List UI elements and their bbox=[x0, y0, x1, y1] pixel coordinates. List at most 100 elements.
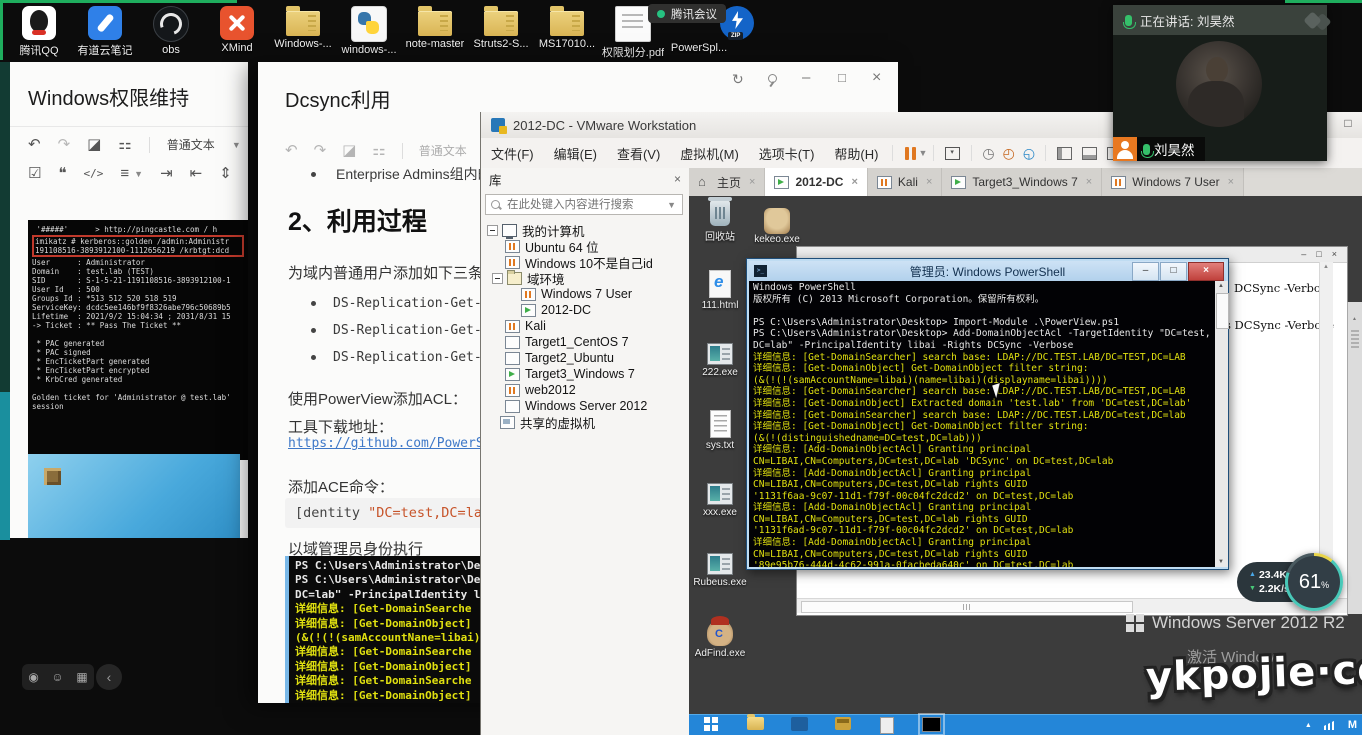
vertical-scrollbar[interactable]: ▲ ▼ bbox=[1215, 281, 1228, 567]
close-tab-icon[interactable]: × bbox=[926, 176, 932, 188]
close-button[interactable]: × bbox=[1188, 262, 1224, 281]
close-tab-icon[interactable]: × bbox=[1086, 176, 1092, 188]
tree-expander-icon[interactable] bbox=[487, 225, 498, 236]
maximize-button[interactable]: □ bbox=[1333, 115, 1362, 137]
powershell-title-bar[interactable]: >_ 管理员: Windows PowerShell – □ × bbox=[749, 261, 1226, 281]
guest-taskbar[interactable]: ▲ M bbox=[689, 714, 1362, 735]
vm-tree-item[interactable]: Windows 10不是自己id bbox=[481, 254, 689, 270]
scrollbar-thumb[interactable] bbox=[801, 601, 1133, 613]
memory-usage-ball[interactable]: 61% bbox=[1285, 553, 1343, 611]
eraser-icon[interactable]: ◪ bbox=[342, 143, 356, 158]
vm-tree-item[interactable]: Target3_Windows 7 bbox=[481, 366, 689, 382]
annotation-toolbar[interactable]: ◉ ☺ ▦ bbox=[22, 664, 94, 690]
paragraph-style-select[interactable]: 普通文本 bbox=[167, 136, 215, 153]
guest-desktop-icon[interactable]: 回收站 bbox=[691, 200, 749, 270]
take-snapshot-icon[interactable]: ◷ bbox=[982, 145, 994, 162]
menu-item[interactable]: 帮助(H) bbox=[824, 140, 888, 167]
guest-taskbar-item[interactable] bbox=[733, 717, 777, 734]
maximize-button[interactable]: □ bbox=[1316, 250, 1321, 259]
close-tab-icon[interactable]: × bbox=[1228, 176, 1234, 188]
vm-tab[interactable]: Windows 7 User × bbox=[1102, 168, 1244, 196]
undo-icon[interactable]: ↶ bbox=[285, 143, 298, 158]
chevron-down-icon[interactable]: ▼ bbox=[667, 200, 676, 210]
desktop-shortcut[interactable]: Windows-... bbox=[270, 2, 336, 60]
guest-desktop-icon[interactable]: kekeo.exe bbox=[751, 208, 803, 245]
maximize-button[interactable]: □ bbox=[1160, 262, 1187, 281]
meeting-video-overlay[interactable]: 正在讲话: 刘昊然 刘昊然 bbox=[1113, 5, 1327, 161]
desktop-shortcut[interactable]: XMind bbox=[204, 2, 270, 60]
input-method-indicator[interactable]: M bbox=[1348, 719, 1357, 731]
checkbox-list-icon[interactable]: ☑ bbox=[28, 166, 41, 181]
paragraph-style-select[interactable]: 普通文本 bbox=[419, 142, 467, 159]
minimize-button[interactable]: – bbox=[802, 70, 810, 85]
collapse-toolbar-button[interactable]: ‹ bbox=[96, 664, 122, 690]
minimize-button[interactable]: – bbox=[1132, 262, 1159, 281]
quote-icon[interactable]: ❝ bbox=[58, 166, 66, 181]
scrollbar-thumb[interactable] bbox=[1216, 293, 1229, 329]
vm-tree-item[interactable]: 2012-DC bbox=[481, 302, 689, 318]
vm-tree-item[interactable]: Target1_CentOS 7 bbox=[481, 334, 689, 350]
meeting-status-badge[interactable]: 腾讯会议 bbox=[648, 4, 726, 23]
chevron-down-icon[interactable]: ▼ bbox=[232, 140, 241, 150]
guest-desktop-icon[interactable]: sys.txt bbox=[691, 410, 749, 480]
close-button[interactable]: × bbox=[1332, 250, 1337, 259]
desktop-shortcut[interactable]: 腾讯QQ bbox=[6, 2, 72, 60]
guest-desktop-icon[interactable]: xxx.exe bbox=[691, 480, 749, 550]
desktop-shortcut[interactable]: obs bbox=[138, 2, 204, 60]
undo-icon[interactable]: ↶ bbox=[28, 137, 41, 152]
powershell-console[interactable]: Windows PowerShell版权所有 (C) 2013 Microsof… bbox=[749, 281, 1226, 567]
vm-tab[interactable]: Target3_Windows 7 × bbox=[942, 168, 1102, 196]
format-painter-icon[interactable]: ⚏ bbox=[372, 143, 385, 158]
vm-tree-item[interactable]: Target2_Ubuntu bbox=[481, 350, 689, 366]
guest-taskbar-item[interactable] bbox=[865, 717, 909, 734]
guest-desktop-icon[interactable]: AdFind.exe bbox=[691, 620, 749, 690]
scroll-down-icon[interactable]: ▼ bbox=[1218, 559, 1224, 565]
library-search[interactable]: ▼ bbox=[485, 194, 683, 215]
background-window-scrollbar[interactable] bbox=[1347, 302, 1362, 614]
vm-tree-item[interactable]: web2012 bbox=[481, 382, 689, 398]
redo-icon[interactable]: ↷ bbox=[58, 137, 71, 152]
vm-tree-item[interactable]: 域环境 bbox=[481, 270, 689, 286]
guest-taskbar-item[interactable] bbox=[909, 717, 953, 734]
search-input[interactable] bbox=[505, 198, 667, 212]
close-tab-icon[interactable]: × bbox=[851, 176, 857, 188]
align-icon[interactable]: ≡ bbox=[120, 166, 129, 181]
network-icon[interactable] bbox=[1324, 720, 1336, 730]
vertical-scrollbar[interactable] bbox=[1319, 262, 1333, 601]
menu-item[interactable]: 编辑(E) bbox=[544, 140, 607, 167]
close-button[interactable]: × bbox=[872, 70, 881, 86]
menu-item[interactable]: 文件(F) bbox=[481, 140, 544, 167]
format-painter-icon[interactable]: ⚏ bbox=[118, 137, 131, 152]
redo-icon[interactable]: ↷ bbox=[314, 143, 327, 158]
library-toggle-icon[interactable] bbox=[1057, 147, 1072, 160]
eraser-icon[interactable]: ◪ bbox=[87, 137, 101, 152]
pin-icon[interactable] bbox=[768, 74, 777, 83]
scroll-up-icon[interactable]: ▲ bbox=[1218, 283, 1224, 289]
pause-vm-button[interactable]: ▼ bbox=[903, 147, 927, 160]
vm-tab[interactable]: Kali × bbox=[868, 168, 942, 196]
vm-tab[interactable]: 主页 × bbox=[689, 168, 765, 196]
guest-taskbar-item[interactable] bbox=[689, 717, 733, 734]
refresh-icon[interactable]: ↻ bbox=[732, 72, 744, 86]
code-block-icon[interactable]: </> bbox=[84, 168, 104, 179]
guest-desktop-icon[interactable]: Rubeus.exe bbox=[691, 550, 749, 620]
menu-item[interactable]: 查看(V) bbox=[607, 140, 670, 167]
minimize-button[interactable]: – bbox=[1301, 250, 1306, 259]
chevron-down-icon[interactable]: ▼ bbox=[134, 169, 143, 179]
line-spacing-icon[interactable]: ⇕ bbox=[219, 166, 232, 181]
desktop-shortcut[interactable]: note-master bbox=[402, 2, 468, 60]
send-ctrl-alt-del-icon[interactable]: ▾ bbox=[945, 147, 960, 160]
maximize-button[interactable]: □ bbox=[838, 71, 846, 84]
vm-tree-item[interactable]: Kali bbox=[481, 318, 689, 334]
menu-item[interactable]: 选项卡(T) bbox=[749, 140, 825, 167]
vm-tab[interactable]: 2012-DC × bbox=[765, 168, 867, 196]
revert-snapshot-icon[interactable]: ◴ bbox=[1003, 145, 1015, 162]
vm-tree-item[interactable]: 共享的虚拟机 bbox=[481, 414, 689, 430]
indent-decrease-icon[interactable]: ⇤ bbox=[190, 166, 203, 181]
snapshot-manager-icon[interactable]: ◵ bbox=[1023, 145, 1035, 162]
close-tab-icon[interactable]: × bbox=[749, 176, 755, 188]
emoji-icon[interactable]: ☺ bbox=[51, 670, 63, 684]
desktop-shortcut[interactable]: MS17010... bbox=[534, 2, 600, 60]
keyboard-icon[interactable]: ▦ bbox=[76, 670, 87, 684]
show-hidden-icons-icon[interactable]: ▲ bbox=[1305, 722, 1312, 729]
